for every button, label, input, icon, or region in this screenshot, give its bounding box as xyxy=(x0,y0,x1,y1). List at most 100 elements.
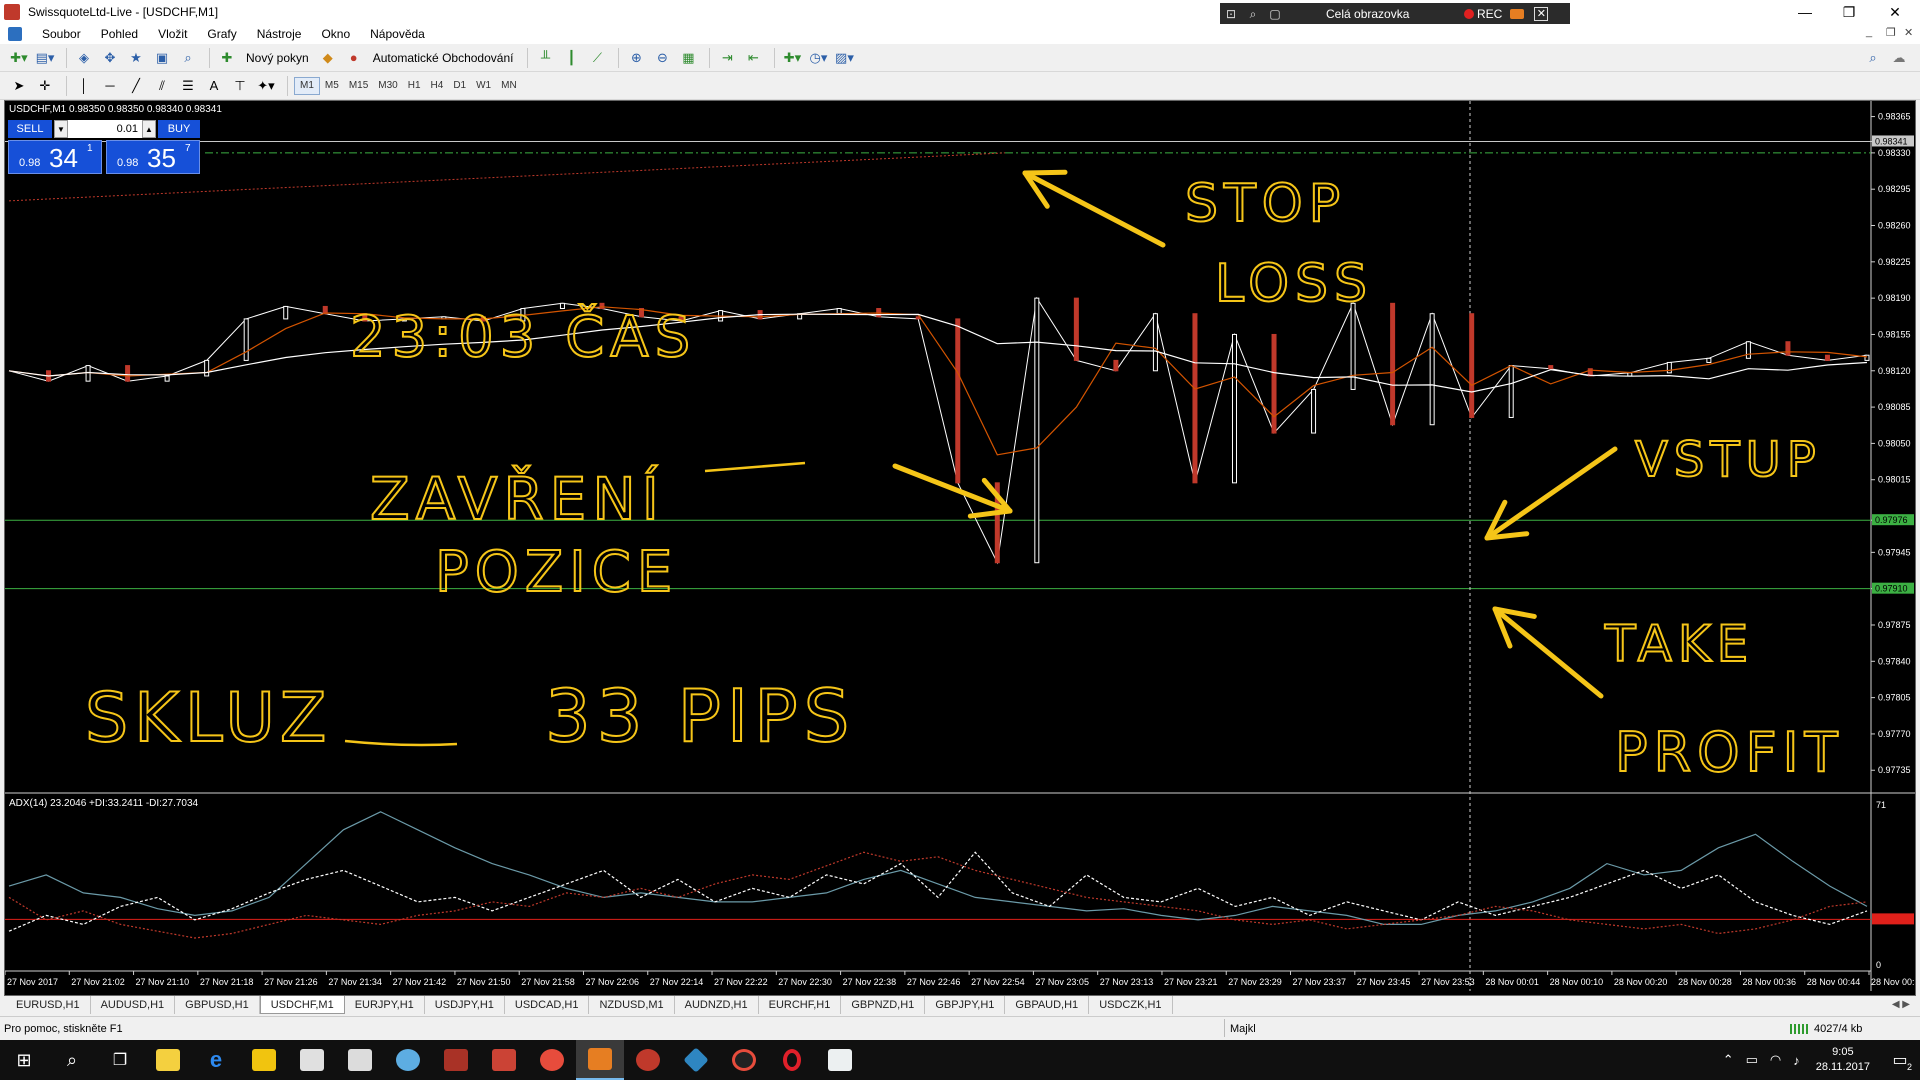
zoom-in-icon[interactable]: ⊕ xyxy=(625,47,647,69)
market-watch-icon[interactable]: ◈ xyxy=(73,47,95,69)
tab-usdczk[interactable]: USDCZK,H1 xyxy=(1089,996,1173,1014)
timeframe-w1[interactable]: W1 xyxy=(471,77,496,95)
taskbar-app7[interactable] xyxy=(720,1040,768,1080)
new-order-icon[interactable]: ✚ xyxy=(216,47,238,69)
indicators-icon[interactable]: ✚▾ xyxy=(781,47,803,69)
sell-button[interactable]: SELL xyxy=(8,120,52,138)
task-view-button[interactable]: ❐ xyxy=(96,1040,144,1080)
tab-eurjpy[interactable]: EURJPY,H1 xyxy=(345,996,425,1014)
mdi-close-icon[interactable]: ✕ xyxy=(1904,26,1913,39)
camera-icon[interactable] xyxy=(1510,9,1525,19)
taskbar-app1[interactable] xyxy=(384,1040,432,1080)
menu-view[interactable]: Pohled xyxy=(91,27,148,41)
volume-icon[interactable]: ♪ xyxy=(1793,1053,1800,1068)
tab-usdchf[interactable]: USDCHF,M1 xyxy=(259,996,345,1014)
tab-usdjpy[interactable]: USDJPY,H1 xyxy=(425,996,505,1014)
line-chart-icon[interactable]: ⟋ xyxy=(586,47,608,69)
region-icon[interactable]: ▢ xyxy=(1264,7,1286,21)
taskbar-opera[interactable] xyxy=(768,1040,816,1080)
timeframe-m15[interactable]: M15 xyxy=(344,77,373,95)
menu-tools[interactable]: Nástroje xyxy=(247,27,312,41)
buy-button[interactable]: BUY xyxy=(158,120,200,138)
taskbar-edge[interactable]: e xyxy=(192,1040,240,1080)
menu-file[interactable]: Soubor xyxy=(32,27,91,41)
taskbar-metatrader[interactable] xyxy=(576,1040,624,1080)
tab-gbpaud[interactable]: GBPAUD,H1 xyxy=(1005,996,1090,1014)
chart-window-icon[interactable] xyxy=(8,27,22,41)
templates-icon[interactable]: ▨▾ xyxy=(833,47,855,69)
zoom-icon[interactable]: ⌕ xyxy=(1242,7,1264,22)
channel-icon[interactable]: ⫽ xyxy=(151,75,173,97)
taskbar-app6[interactable] xyxy=(672,1040,720,1080)
timeframe-m1[interactable]: M1 xyxy=(294,76,320,95)
taskbar-store[interactable] xyxy=(288,1040,336,1080)
taskbar-app2[interactable] xyxy=(432,1040,480,1080)
timeframe-d1[interactable]: D1 xyxy=(448,77,471,95)
battery-icon[interactable]: ▭ xyxy=(1746,1052,1758,1068)
crosshair-icon[interactable]: ✛ xyxy=(34,75,56,97)
chart-shift-icon[interactable]: ⇤ xyxy=(742,47,764,69)
lot-size-value[interactable]: 0.01 xyxy=(68,123,142,135)
close-button[interactable]: ✕ xyxy=(1872,0,1918,24)
taskbar-movies[interactable] xyxy=(336,1040,384,1080)
search-button[interactable]: ⌕ xyxy=(48,1040,96,1080)
record-button[interactable]: REC xyxy=(1477,7,1502,21)
metaeditor-icon[interactable]: ◆ xyxy=(317,47,339,69)
menu-help[interactable]: Nápověda xyxy=(360,27,435,41)
minimize-button[interactable]: — xyxy=(1782,0,1828,24)
tester-icon[interactable]: ⌕ xyxy=(177,47,199,69)
tab-nzdusd[interactable]: NZDUSD,M1 xyxy=(589,996,675,1014)
price-chart-canvas[interactable]: 0.983650.983410.983300.982950.982600.982… xyxy=(5,101,1915,995)
start-button[interactable]: ⊞ xyxy=(0,1040,48,1080)
terminal-icon[interactable]: ▣ xyxy=(151,47,173,69)
vertical-line-icon[interactable]: │ xyxy=(73,75,95,97)
new-order-button[interactable]: Nový pokyn xyxy=(242,47,313,69)
timeframe-h4[interactable]: H4 xyxy=(426,77,449,95)
text-tool-icon[interactable]: A xyxy=(203,75,225,97)
lot-size-field[interactable]: ▼ 0.01 ▲ xyxy=(54,120,156,138)
auto-scroll-icon[interactable]: ⇥ xyxy=(716,47,738,69)
horizontal-line-icon[interactable]: ─ xyxy=(99,75,121,97)
mdi-minimize-icon[interactable]: _ xyxy=(1866,26,1872,38)
autotrading-icon[interactable]: ● xyxy=(343,47,365,69)
system-clock[interactable]: 9:05 28.11.2017 xyxy=(1816,1045,1870,1075)
chat-icon[interactable]: ☁ xyxy=(1888,47,1910,69)
candlestick-icon[interactable]: ┃ xyxy=(560,47,582,69)
chart-window[interactable]: 0.983650.983410.983300.982950.982600.982… xyxy=(4,100,1916,996)
auto-trading-button[interactable]: Automatické Obchodování xyxy=(369,47,518,69)
taskbar-explorer[interactable] xyxy=(240,1040,288,1080)
tray-chevron-icon[interactable]: ⌃ xyxy=(1723,1052,1734,1068)
zoom-out-icon[interactable]: ⊖ xyxy=(651,47,673,69)
connection-status[interactable]: 4027/4 kb xyxy=(1790,1023,1862,1035)
periods-icon[interactable]: ◷▾ xyxy=(807,47,829,69)
search-icon[interactable]: ⌕ xyxy=(1862,47,1884,69)
tab-usdcad[interactable]: USDCAD,H1 xyxy=(505,996,590,1014)
menu-window[interactable]: Okno xyxy=(311,27,360,41)
taskbar-notes[interactable] xyxy=(144,1040,192,1080)
timeframe-h1[interactable]: H1 xyxy=(403,77,426,95)
arrows-icon[interactable]: ✦▾ xyxy=(255,75,277,97)
tab-eurusd[interactable]: EURUSD,H1 xyxy=(6,996,91,1014)
tab-scroll-icon[interactable]: ◀ ▶ xyxy=(1892,999,1910,1010)
taskbar-photos[interactable] xyxy=(816,1040,864,1080)
new-chart-icon[interactable]: ✚▾ xyxy=(8,47,30,69)
navigator-icon[interactable]: ★ xyxy=(125,47,147,69)
mdi-restore-icon[interactable]: ❐ xyxy=(1886,26,1896,39)
bar-chart-icon[interactable]: ╨ xyxy=(534,47,556,69)
lot-down-icon[interactable]: ▼ xyxy=(54,120,68,138)
tab-audnzd[interactable]: AUDNZD,H1 xyxy=(675,996,759,1014)
taskbar-app3[interactable] xyxy=(480,1040,528,1080)
fibonacci-icon[interactable]: ☰ xyxy=(177,75,199,97)
pin-icon[interactable]: ⊡ xyxy=(1220,7,1242,21)
recorder-mode[interactable]: Celá obrazovka xyxy=(1326,7,1446,21)
tile-windows-icon[interactable]: ▦ xyxy=(677,47,699,69)
taskbar-app5[interactable] xyxy=(624,1040,672,1080)
tab-gbpjpy[interactable]: GBPJPY,H1 xyxy=(925,996,1006,1014)
maximize-button[interactable]: ❐ xyxy=(1826,0,1872,24)
lot-up-icon[interactable]: ▲ xyxy=(142,120,156,138)
sell-price-button[interactable]: 0.98 34 1 xyxy=(8,140,102,174)
menu-insert[interactable]: Vložit xyxy=(148,27,197,41)
menu-charts[interactable]: Grafy xyxy=(197,27,246,41)
tab-eurchf[interactable]: EURCHF,H1 xyxy=(759,996,842,1014)
buy-price-button[interactable]: 0.98 35 7 xyxy=(106,140,200,174)
